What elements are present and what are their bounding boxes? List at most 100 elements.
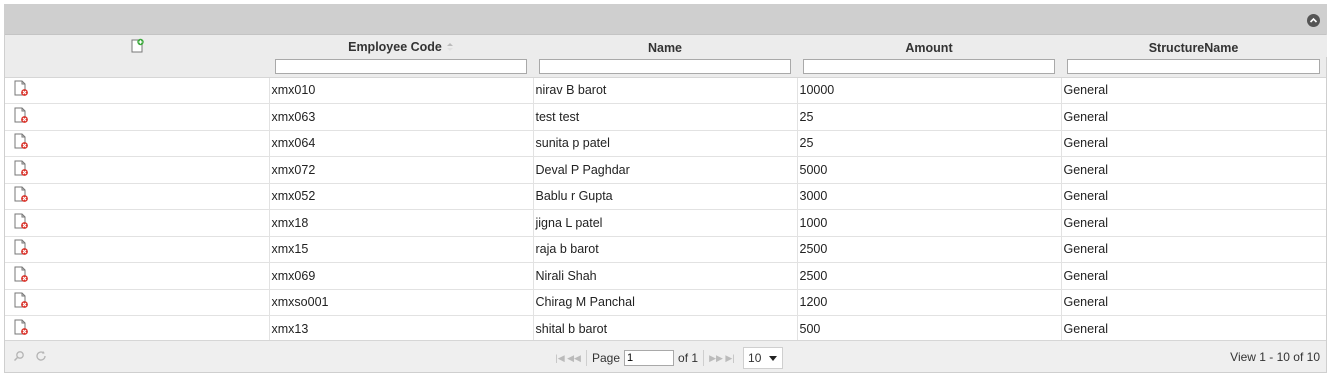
cell-name: Bablu r Gupta xyxy=(533,183,798,210)
row-actions xyxy=(5,289,270,316)
cell-employee-code: xmx13 xyxy=(269,315,534,343)
header-name[interactable]: Name xyxy=(533,35,798,57)
cell-structure-name: General xyxy=(1061,236,1326,263)
first-page-icon[interactable]: |◀ xyxy=(553,353,567,364)
delete-record-icon[interactable] xyxy=(13,186,29,206)
cell-name: Chirag M Panchal xyxy=(533,289,798,316)
delete-record-icon[interactable] xyxy=(13,160,29,180)
row-actions xyxy=(5,77,270,104)
cell-name: test test xyxy=(533,103,798,131)
table-row[interactable]: xmx069 Nirali Shah 2500 General xyxy=(5,262,1326,290)
filter-empty xyxy=(5,57,269,78)
cell-amount: 5000 xyxy=(797,156,1062,184)
header-amount[interactable]: Amount xyxy=(797,35,1062,57)
cell-employee-code: xmx15 xyxy=(269,236,534,263)
cell-employee-code: xmx063 xyxy=(269,103,534,131)
header-structure-name[interactable]: StructureName xyxy=(1061,35,1327,57)
rows-per-page-select[interactable]: 10 xyxy=(743,347,784,369)
table-row[interactable]: xmx052 Bablu r Gupta 3000 General xyxy=(5,183,1326,210)
filter-name-cell xyxy=(533,57,797,78)
cell-employee-code: xmx010 xyxy=(269,77,534,104)
cell-structure-name: General xyxy=(1061,130,1326,157)
last-page-icon[interactable]: ▶| xyxy=(723,353,737,364)
pager-separator xyxy=(586,350,587,366)
chevron-down-icon xyxy=(769,356,778,361)
cell-employee-code: xmx072 xyxy=(269,156,534,184)
employee-grid: Employee Code Name Amount StructureName … xyxy=(4,4,1327,373)
table-row[interactable]: xmx15 raja b barot 2500 General xyxy=(5,236,1326,263)
cell-structure-name: General xyxy=(1061,103,1326,131)
page-input[interactable] xyxy=(624,350,675,366)
cell-structure-name: General xyxy=(1061,183,1326,210)
rows-per-page-value: 10 xyxy=(748,351,762,365)
filter-amount-cell xyxy=(797,57,1061,78)
next-page-icon[interactable]: ▶▶ xyxy=(709,353,723,364)
header-row: Employee Code Name Amount StructureName xyxy=(5,35,1327,57)
table-row[interactable]: xmx072 Deval P Paghdar 5000 General xyxy=(5,156,1326,184)
cell-amount: 25 xyxy=(797,130,1062,157)
grid-body: xmx010 nirav B barot 10000 General xmx063 tes… xyxy=(5,77,1326,343)
refresh-icon[interactable] xyxy=(35,350,47,365)
table-row[interactable]: xmx13 shital b barot 500 General xyxy=(5,315,1326,343)
cell-name: raja b barot xyxy=(533,236,798,263)
cell-employee-code: xmx052 xyxy=(269,183,534,210)
prev-page-icon[interactable]: ◀◀ xyxy=(567,353,581,364)
grid-table: Employee Code Name Amount StructureName … xyxy=(5,35,1327,343)
cell-employee-code: xmx069 xyxy=(269,262,534,290)
pager: |◀ ◀◀ Page of 1 ▶▶ ▶| 10 View 1 - 10 of … xyxy=(5,340,1326,372)
delete-record-icon[interactable] xyxy=(13,133,29,153)
cell-structure-name: General xyxy=(1061,209,1326,237)
row-actions xyxy=(5,130,270,157)
add-record-icon[interactable] xyxy=(129,38,145,57)
sort-icon[interactable] xyxy=(446,41,454,55)
cell-name: nirav B barot xyxy=(533,77,798,104)
cell-employee-code: xmxso001 xyxy=(269,289,534,316)
row-actions xyxy=(5,183,270,210)
pager-left xyxy=(13,350,47,365)
cell-amount: 2500 xyxy=(797,262,1062,290)
row-actions xyxy=(5,315,270,343)
cell-amount: 25 xyxy=(797,103,1062,131)
filter-amount-input[interactable] xyxy=(803,58,1055,74)
cell-structure-name: General xyxy=(1061,156,1326,184)
table-row[interactable]: xmx064 sunita p patel 25 General xyxy=(5,130,1326,157)
delete-record-icon[interactable] xyxy=(13,239,29,259)
delete-record-icon[interactable] xyxy=(13,107,29,127)
cell-name: sunita p patel xyxy=(533,130,798,157)
delete-record-icon[interactable] xyxy=(13,213,29,233)
view-info: View 1 - 10 of 10 xyxy=(1230,350,1320,364)
cell-structure-name: General xyxy=(1061,289,1326,316)
filter-row xyxy=(5,57,1326,78)
cell-structure-name: General xyxy=(1061,315,1326,343)
search-icon[interactable] xyxy=(13,350,25,365)
cell-name: Deval P Paghdar xyxy=(533,156,798,184)
table-row[interactable]: xmx010 nirav B barot 10000 General xyxy=(5,77,1326,104)
filter-employee-code-input[interactable] xyxy=(275,58,527,74)
table-row[interactable]: xmxso001 Chirag M Panchal 1200 General xyxy=(5,289,1326,316)
delete-record-icon[interactable] xyxy=(13,80,29,100)
cell-name: Nirali Shah xyxy=(533,262,798,290)
page-of-label: of 1 xyxy=(678,351,699,365)
filter-structure-name-input[interactable] xyxy=(1067,58,1320,74)
cell-amount: 2500 xyxy=(797,236,1062,263)
cell-amount: 500 xyxy=(797,315,1062,343)
table-row[interactable]: xmx063 test test 25 General xyxy=(5,103,1326,131)
collapse-icon[interactable] xyxy=(1307,14,1320,27)
table-row[interactable]: xmx18 jigna L patel 1000 General xyxy=(5,209,1326,237)
cell-structure-name: General xyxy=(1061,262,1326,290)
pager-separator xyxy=(703,350,705,366)
delete-record-icon[interactable] xyxy=(13,292,29,312)
cell-name: shital b barot xyxy=(533,315,798,343)
grid-caption-bar xyxy=(5,5,1326,35)
header-employee-code[interactable]: Employee Code xyxy=(269,35,534,57)
delete-record-icon[interactable] xyxy=(13,319,29,339)
pager-center: |◀ ◀◀ Page of 1 ▶▶ ▶| 10 xyxy=(553,347,784,369)
delete-record-icon[interactable] xyxy=(13,266,29,286)
cell-amount: 3000 xyxy=(797,183,1062,210)
cell-structure-name: General xyxy=(1061,77,1326,104)
cell-amount: 1200 xyxy=(797,289,1062,316)
cell-employee-code: xmx18 xyxy=(269,209,534,237)
cell-employee-code: xmx064 xyxy=(269,130,534,157)
row-actions xyxy=(5,103,270,131)
filter-name-input[interactable] xyxy=(539,58,791,74)
